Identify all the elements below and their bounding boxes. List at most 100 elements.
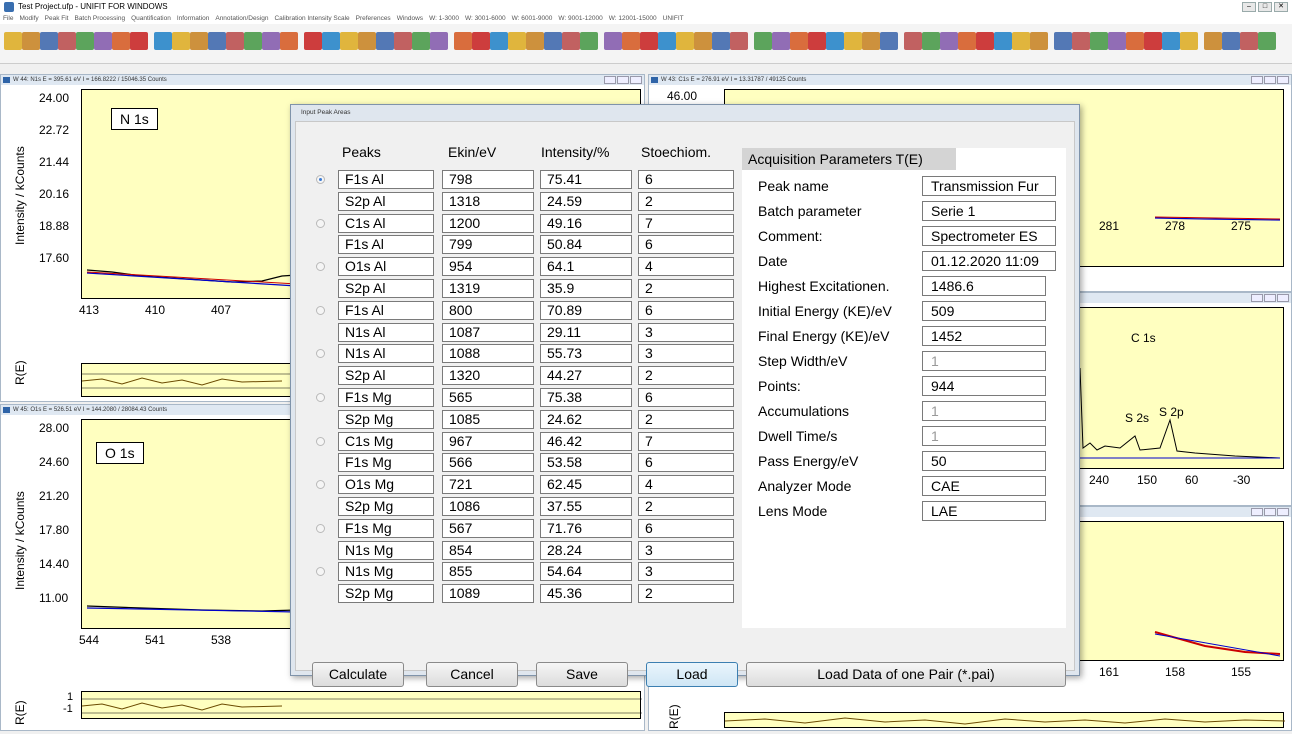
peak-field[interactable]: F1s Al <box>338 300 434 320</box>
stoechiom-field[interactable]: 2 <box>638 191 734 211</box>
toolbar-icon[interactable] <box>1108 32 1126 50</box>
toolbar-icon[interactable] <box>154 32 172 50</box>
param-value-field[interactable]: 1 <box>922 426 1046 446</box>
toolbar-icon[interactable] <box>790 32 808 50</box>
toolbar-icon[interactable] <box>4 32 22 50</box>
close-button[interactable] <box>630 76 642 84</box>
stoechiom-field[interactable]: 6 <box>638 388 734 407</box>
stoechiom-field[interactable]: 7 <box>638 213 734 233</box>
intensity-field[interactable]: 44.27 <box>540 366 632 386</box>
peak-field[interactable]: F1s Mg <box>338 518 434 538</box>
peak-field[interactable]: S2p Al <box>338 279 434 298</box>
toolbar-icon[interactable] <box>226 32 244 50</box>
menu-item[interactable]: Preferences <box>356 15 391 22</box>
save-button[interactable]: Save <box>536 662 628 687</box>
intensity-field[interactable]: 24.59 <box>540 191 632 211</box>
menu-item[interactable]: Modify <box>19 15 38 22</box>
close-button[interactable] <box>1277 76 1289 84</box>
toolbar-icon[interactable] <box>130 32 148 50</box>
toolbar-icon[interactable] <box>40 32 58 50</box>
stoechiom-field[interactable]: 2 <box>638 279 734 298</box>
toolbar-icon[interactable] <box>730 32 748 50</box>
param-value-field[interactable]: 944 <box>922 376 1046 396</box>
intensity-field[interactable]: 75.41 <box>540 170 632 189</box>
peak-field[interactable]: F1s Al <box>338 235 434 255</box>
toolbar-icon[interactable] <box>826 32 844 50</box>
ekin-field[interactable]: 967 <box>442 431 534 451</box>
menu-item[interactable]: Quantification <box>131 15 171 22</box>
param-value-field[interactable]: 509 <box>922 301 1046 321</box>
peak-field[interactable]: S2p Mg <box>338 497 434 516</box>
load-pair-button[interactable]: Load Data of one Pair (*.pai) <box>746 662 1066 687</box>
toolbar-icon[interactable] <box>844 32 862 50</box>
ekin-field[interactable]: 855 <box>442 562 534 582</box>
ekin-field[interactable]: 1200 <box>442 213 534 233</box>
ekin-field[interactable]: 1085 <box>442 409 534 429</box>
menu-item[interactable]: UNIFIT <box>663 15 684 22</box>
pair-radio[interactable] <box>316 480 325 490</box>
toolbar-icon[interactable] <box>544 32 562 50</box>
menu-item[interactable]: File <box>3 15 13 22</box>
toolbar-icon[interactable] <box>880 32 898 50</box>
close-button[interactable] <box>1277 294 1289 302</box>
toolbar-icon[interactable] <box>22 32 40 50</box>
peak-field[interactable]: S2p Mg <box>338 584 434 604</box>
pair-radio[interactable] <box>316 349 325 359</box>
minimize-button[interactable] <box>1251 294 1263 302</box>
intensity-field[interactable]: 50.84 <box>540 235 632 255</box>
ekin-field[interactable]: 799 <box>442 235 534 255</box>
minimize-button[interactable] <box>604 76 616 84</box>
intensity-field[interactable]: 75.38 <box>540 388 632 407</box>
intensity-field[interactable]: 53.58 <box>540 453 632 473</box>
toolbar-icon[interactable] <box>1162 32 1180 50</box>
peak-field[interactable]: F1s Mg <box>338 453 434 473</box>
menu-item[interactable]: W: 9001-12000 <box>558 15 602 22</box>
toolbar-icon[interactable] <box>190 32 208 50</box>
toolbar-icon[interactable] <box>112 32 130 50</box>
toolbar-icon[interactable] <box>526 32 544 50</box>
load-button[interactable]: Load <box>646 662 738 687</box>
toolbar-icon[interactable] <box>1180 32 1198 50</box>
peak-field[interactable]: C1s Mg <box>338 431 434 451</box>
toolbar-icon[interactable] <box>1240 32 1258 50</box>
pair-radio[interactable] <box>316 436 325 446</box>
toolbar-icon[interactable] <box>1204 32 1222 50</box>
toolbar-icon[interactable] <box>1126 32 1144 50</box>
stoechiom-field[interactable]: 6 <box>638 453 734 473</box>
toolbar-icon[interactable] <box>430 32 448 50</box>
toolbar-icon[interactable] <box>394 32 412 50</box>
maximize-button[interactable] <box>1264 76 1276 84</box>
toolbar-icon[interactable] <box>976 32 994 50</box>
maximize-button[interactable] <box>1264 508 1276 516</box>
toolbar-icon[interactable] <box>376 32 394 50</box>
toolbar-icon[interactable] <box>862 32 880 50</box>
ekin-field[interactable]: 565 <box>442 388 534 407</box>
ekin-field[interactable]: 1087 <box>442 322 534 342</box>
minimize-button[interactable]: – <box>1242 2 1256 12</box>
param-value-field[interactable]: 1486.6 <box>922 276 1046 296</box>
stoechiom-field[interactable]: 2 <box>638 409 734 429</box>
ekin-field[interactable]: 1318 <box>442 191 534 211</box>
toolbar-icon[interactable] <box>280 32 298 50</box>
stoechiom-field[interactable]: 6 <box>638 235 734 255</box>
peak-field[interactable]: N1s Al <box>338 322 434 342</box>
toolbar-icon[interactable] <box>622 32 640 50</box>
peak-field[interactable]: S2p Mg <box>338 409 434 429</box>
menu-item[interactable]: W: 1-3000 <box>429 15 459 22</box>
toolbar-icon[interactable] <box>640 32 658 50</box>
menu-item[interactable]: W: 3001-6000 <box>465 15 506 22</box>
stoechiom-field[interactable]: 2 <box>638 497 734 516</box>
ekin-field[interactable]: 854 <box>442 540 534 560</box>
toolbar-icon[interactable] <box>1258 32 1276 50</box>
peak-field[interactable]: N1s Mg <box>338 562 434 582</box>
peak-field[interactable]: O1s Mg <box>338 475 434 495</box>
maximize-button[interactable] <box>617 76 629 84</box>
toolbar-icon[interactable] <box>712 32 730 50</box>
menu-item[interactable]: Annotation/Design <box>215 15 268 22</box>
intensity-field[interactable]: 55.73 <box>540 344 632 364</box>
toolbar-icon[interactable] <box>1030 32 1048 50</box>
toolbar-icon[interactable] <box>658 32 676 50</box>
stoechiom-field[interactable]: 7 <box>638 431 734 451</box>
stoechiom-field[interactable]: 3 <box>638 344 734 364</box>
ekin-field[interactable]: 954 <box>442 257 534 277</box>
